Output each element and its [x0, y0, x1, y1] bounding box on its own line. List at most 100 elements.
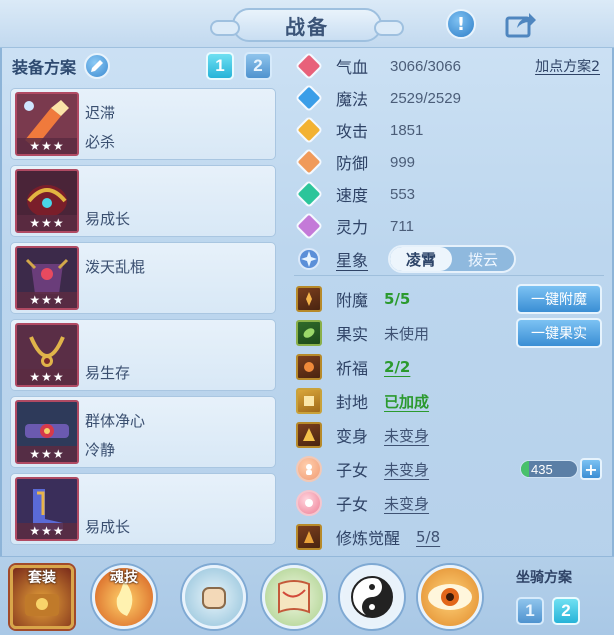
skill-eye-button[interactable]: [418, 565, 482, 629]
equip-plan-header: 装备方案: [12, 52, 111, 80]
stat-label: 魔法: [336, 90, 369, 109]
feature-row-child-1: 子女 未变身 435 +: [294, 452, 610, 486]
page-title: 战备: [285, 14, 329, 39]
equip-list: ★★★ 迟滞 必杀 ★★★ 易成长 ★★★ 泼天乱棍 ★★★ 易生存 ★★★ 群…: [10, 88, 276, 550]
equip-card[interactable]: ★★★ 群体净心 冷静: [10, 396, 276, 468]
mount-plan-tab-1[interactable]: 1: [516, 597, 544, 625]
equip-slot-icon: ★★★: [15, 169, 79, 233]
feature-value[interactable]: 已加成: [384, 391, 429, 412]
feature-label: 变身: [336, 427, 369, 446]
equip-slot-icon: ★★★: [15, 323, 79, 387]
pencil-icon: [91, 60, 104, 72]
equip-slot-icon: ★★★: [15, 246, 79, 310]
fief-icon: [296, 388, 322, 414]
skill-scroll-button[interactable]: [262, 565, 326, 629]
feature-row-transform: 变身 未变身: [294, 418, 610, 452]
title-plaque: 战备: [210, 8, 404, 42]
skill-tag: 魂技: [110, 570, 138, 586]
equip-plan-tab-2[interactable]: 2: [244, 52, 272, 80]
add-button[interactable]: +: [580, 458, 602, 480]
equip-plan-tab-1[interactable]: 1: [206, 52, 234, 80]
star-rating: ★★★: [17, 369, 77, 385]
equip-effect-text: 群体净心: [85, 412, 146, 430]
star-sign-option-lingxiao[interactable]: 凌霄: [390, 247, 452, 271]
fist-icon: [202, 587, 226, 609]
spirit-icon: [294, 211, 324, 241]
skill-tag: 套装: [28, 570, 56, 586]
blessing-icon: [296, 354, 322, 380]
star-sign-option-boyun[interactable]: 拨云: [452, 247, 514, 271]
feature-label: 祈福: [336, 359, 369, 378]
set-skill-button[interactable]: 套装: [10, 565, 74, 629]
stat-row-mp: 魔法 2529/2529: [294, 82, 604, 114]
stat-label: 防御: [336, 154, 369, 173]
lightning-icon: [294, 179, 324, 209]
soul-skill-button[interactable]: 魂技: [92, 565, 156, 629]
feature-row-child-2: 子女 未变身: [294, 486, 610, 520]
yin-yang-icon: [351, 576, 393, 618]
star-sign-toggle[interactable]: 凌霄 拨云: [388, 245, 516, 273]
skill-yinyang-button[interactable]: [340, 565, 404, 629]
auto-fruit-button[interactable]: 一键果实: [516, 318, 602, 348]
progress-value: 435: [531, 462, 553, 477]
equip-plan-label: 装备方案: [12, 58, 77, 77]
share-button[interactable]: [504, 9, 538, 39]
star-rating: ★★★: [17, 292, 77, 308]
features-panel: 附魔 5/5 一键附魔 果实 未使用 一键果实 祈福 2/2 封地 已加成 变身…: [294, 282, 610, 554]
equip-slot-icon: ★★★: [15, 400, 79, 464]
equip-card[interactable]: ★★★ 易成长: [10, 165, 276, 237]
feature-value: 5/5: [384, 290, 411, 308]
feature-label: 子女: [336, 461, 369, 480]
stat-label: 灵力: [336, 218, 369, 237]
point-plan-link[interactable]: 加点方案2: [535, 56, 600, 76]
divider: [294, 275, 604, 276]
feature-label: 子女: [336, 495, 369, 514]
auto-enchant-button[interactable]: 一键附魔: [516, 284, 602, 314]
stat-value: 1851: [390, 121, 424, 139]
child-progress: 435 +: [520, 458, 602, 480]
skill-fist-button[interactable]: [182, 565, 246, 629]
bottom-bar: 套装 魂技 坐骑方案 1 2: [0, 556, 614, 635]
share-icon: [505, 13, 536, 38]
feature-row-awaken: 修炼觉醒 5/8: [294, 520, 610, 554]
equip-trait-text: 易生存: [85, 364, 131, 382]
stat-label: 攻击: [336, 122, 369, 141]
feature-label: 附魔: [336, 291, 369, 310]
exclamation-icon: !: [456, 13, 466, 35]
equip-card[interactable]: ★★★ 迟滞 必杀: [10, 88, 276, 160]
feature-value[interactable]: 未变身: [384, 425, 429, 446]
feature-label: 修炼觉醒: [336, 529, 401, 548]
equip-card[interactable]: ★★★ 泼天乱棍: [10, 242, 276, 314]
equip-trait-text: 冷静: [85, 441, 116, 459]
feature-row-fruit: 果实 未使用 一键果实: [294, 316, 610, 350]
stat-row-hp: 气血 3066/3066 加点方案2: [294, 50, 604, 82]
equip-trait-text: 必杀: [85, 133, 116, 151]
help-button[interactable]: !: [446, 9, 476, 39]
feature-value[interactable]: 2/2: [384, 358, 410, 376]
feature-value[interactable]: 未变身: [384, 459, 429, 480]
equip-card[interactable]: ★★★ 易生存: [10, 319, 276, 391]
feature-value[interactable]: 5/8: [416, 528, 440, 546]
stat-row-spirit: 灵力 711: [294, 210, 604, 242]
feature-label: 封地: [336, 393, 369, 412]
feature-value: 未使用: [384, 324, 430, 343]
feature-row-enchant: 附魔 5/5 一键附魔: [294, 282, 610, 316]
mount-plan-label: 坐骑方案: [516, 570, 572, 586]
stat-label: 气血: [336, 58, 369, 77]
edit-button[interactable]: [84, 53, 111, 79]
stats-panel: 气血 3066/3066 加点方案2 魔法 2529/2529 攻击 1851 …: [294, 50, 604, 276]
stat-value: 553: [390, 185, 416, 203]
title-bar: 战备 !: [0, 0, 614, 48]
eye-icon: [428, 584, 472, 610]
feature-value[interactable]: 未变身: [384, 493, 429, 514]
scroll-map-icon: [278, 580, 310, 614]
shield-icon: [294, 147, 324, 177]
star-sign-label[interactable]: 星象: [336, 247, 376, 271]
star-rating: ★★★: [17, 138, 77, 154]
mount-plan-tab-2[interactable]: 2: [552, 597, 580, 625]
equip-slot-icon: ★★★: [15, 92, 79, 156]
enchant-icon: [296, 286, 322, 312]
equip-card[interactable]: ★★★ 易成长: [10, 473, 276, 545]
transform-icon: [296, 422, 322, 448]
mana-icon: [294, 83, 324, 113]
